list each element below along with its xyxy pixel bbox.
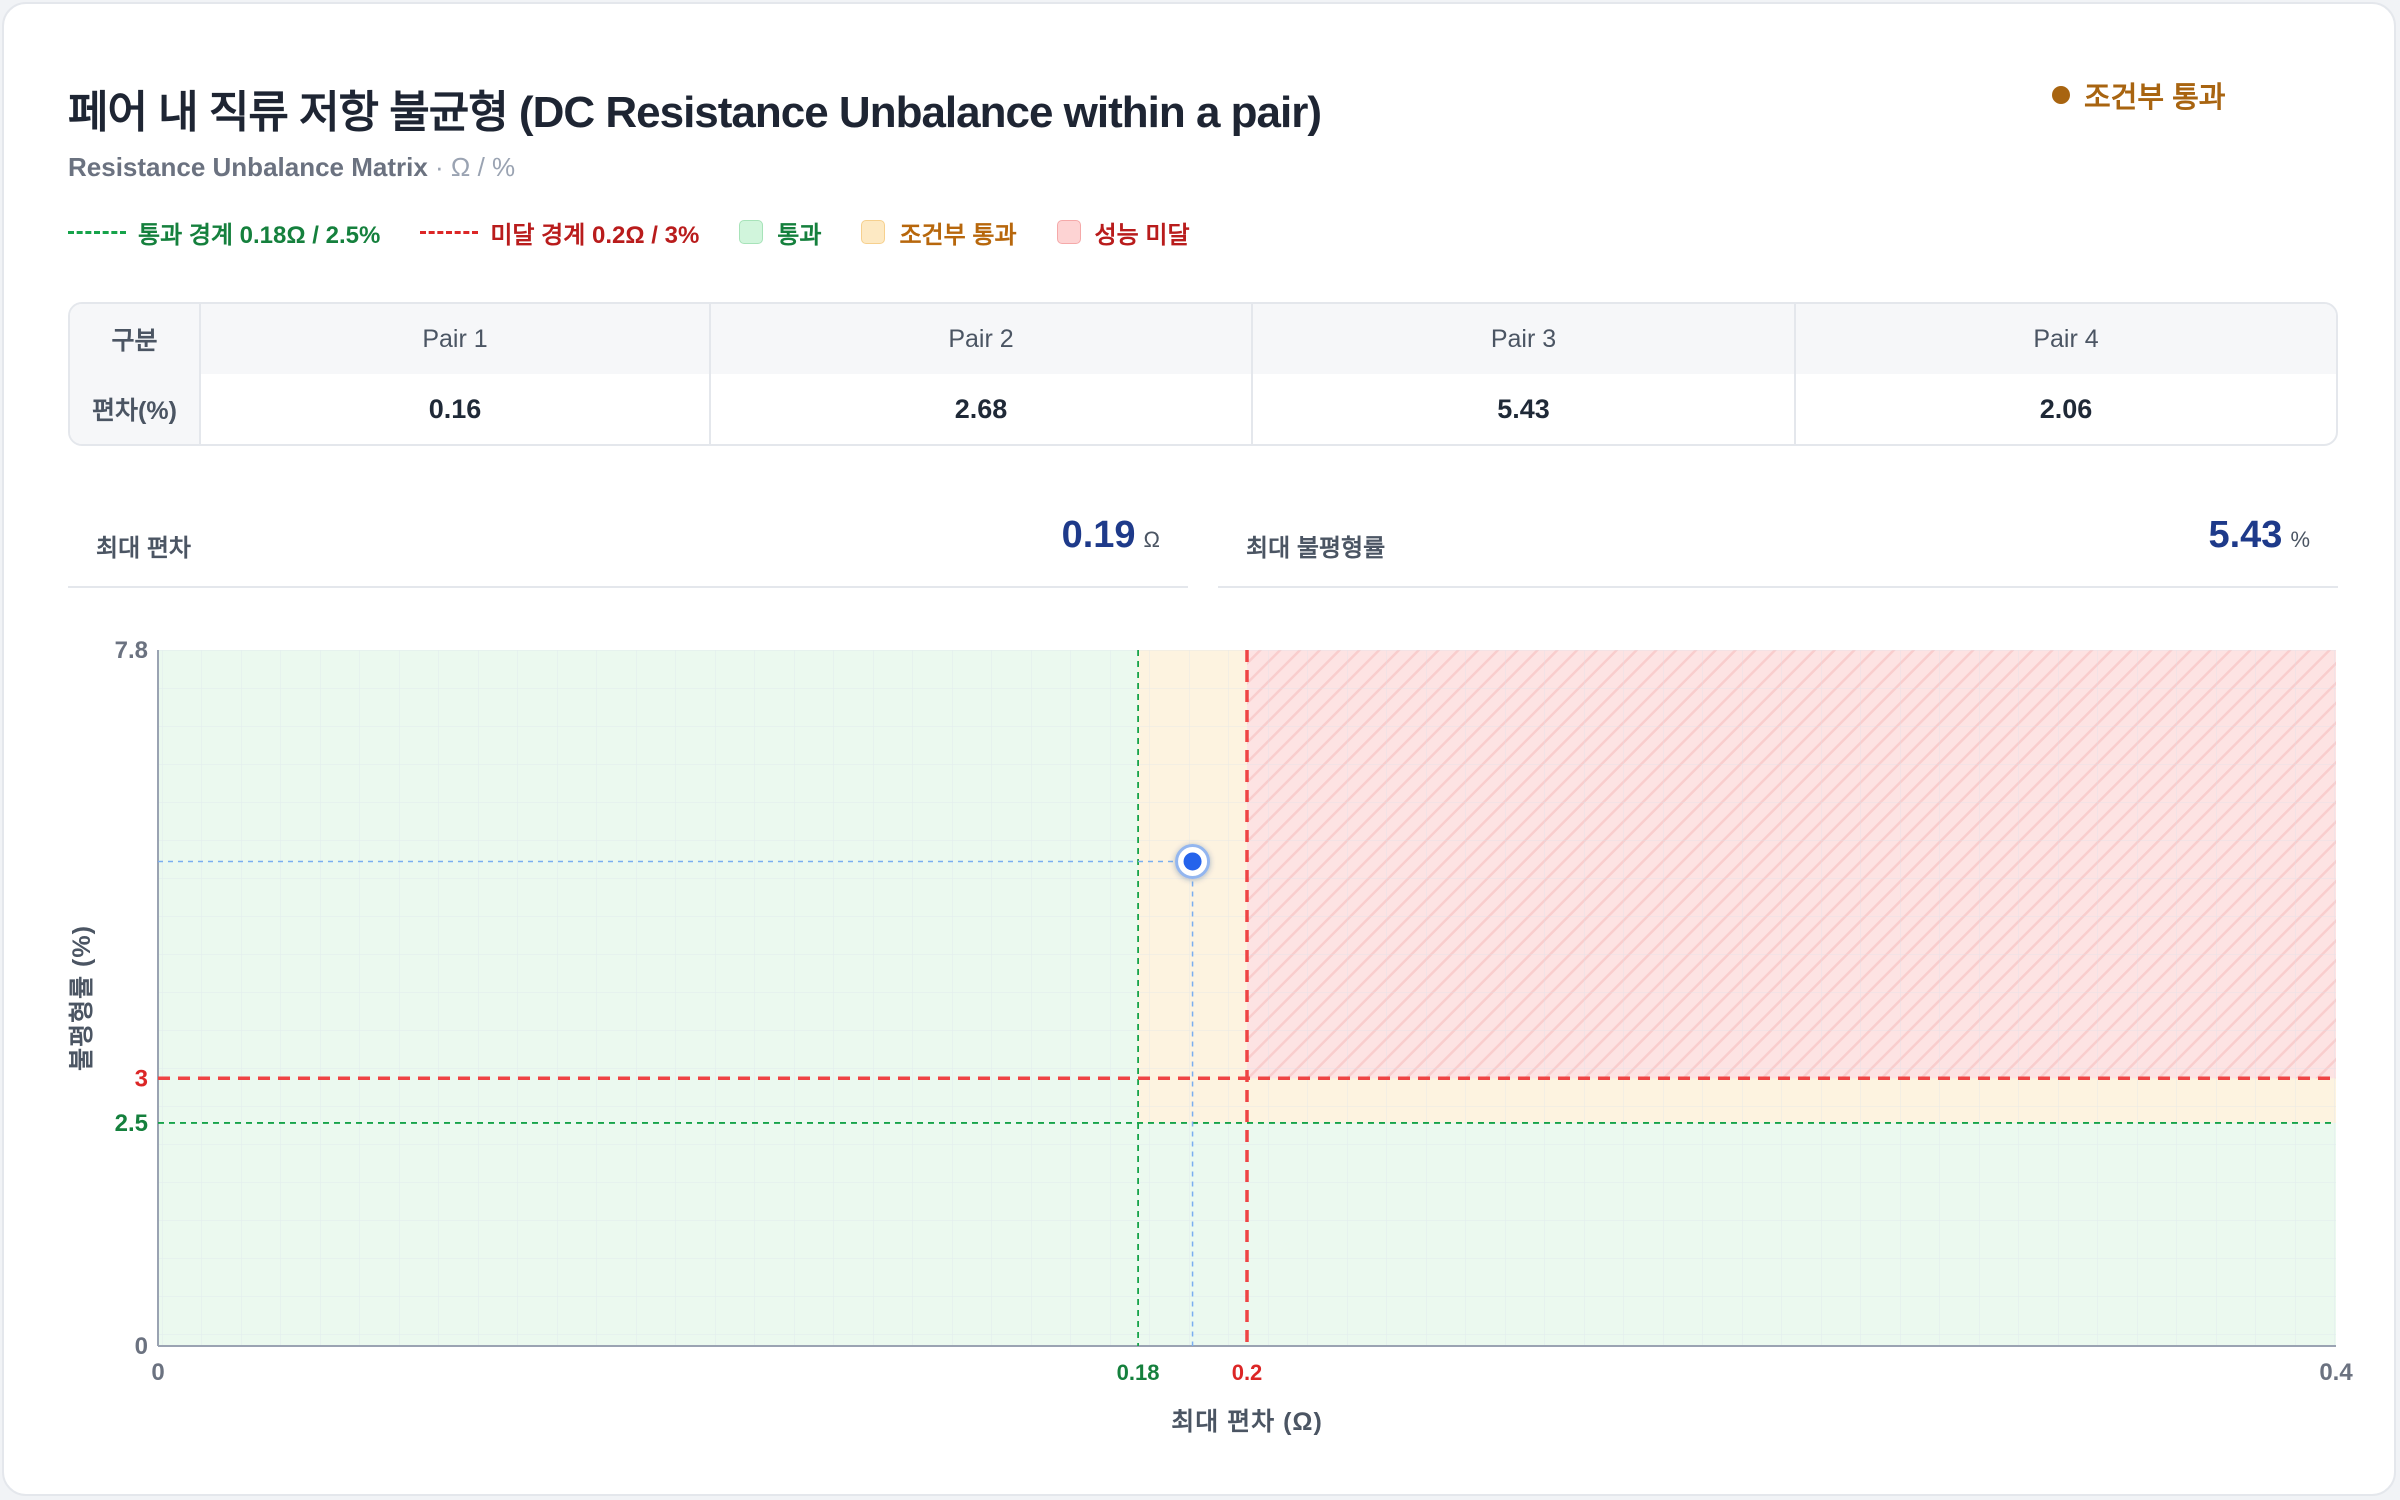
x-axis-title: 최대 편차 (Ω) [1171, 1408, 1323, 1436]
x-tick-label: 0 [151, 1359, 164, 1386]
y-axis-title: 불평형률 (%) [68, 925, 96, 1071]
scatter-chart: 0 0.4 0 7.8 0.18 0.2 2.5 3 최대 편차 (Ω) 불평형률 (%) [68, 637, 2353, 1436]
y-tick-label: 7.8 [115, 637, 148, 664]
y-tick-label: 0 [135, 1333, 148, 1360]
data-point [1183, 852, 1202, 871]
x-tick-label: 0.4 [2319, 1359, 2353, 1386]
fail-threshold-x-label: 0.2 [1232, 1360, 1263, 1385]
pass-threshold-x-label: 0.18 [1117, 1360, 1160, 1385]
fail-threshold-y-label: 3 [135, 1065, 148, 1092]
pass-threshold-y-label: 2.5 [115, 1110, 148, 1137]
chart-card: 페어 내 직류 저항 불균형 (DC Resistance Unbalance … [2, 2, 2396, 1496]
